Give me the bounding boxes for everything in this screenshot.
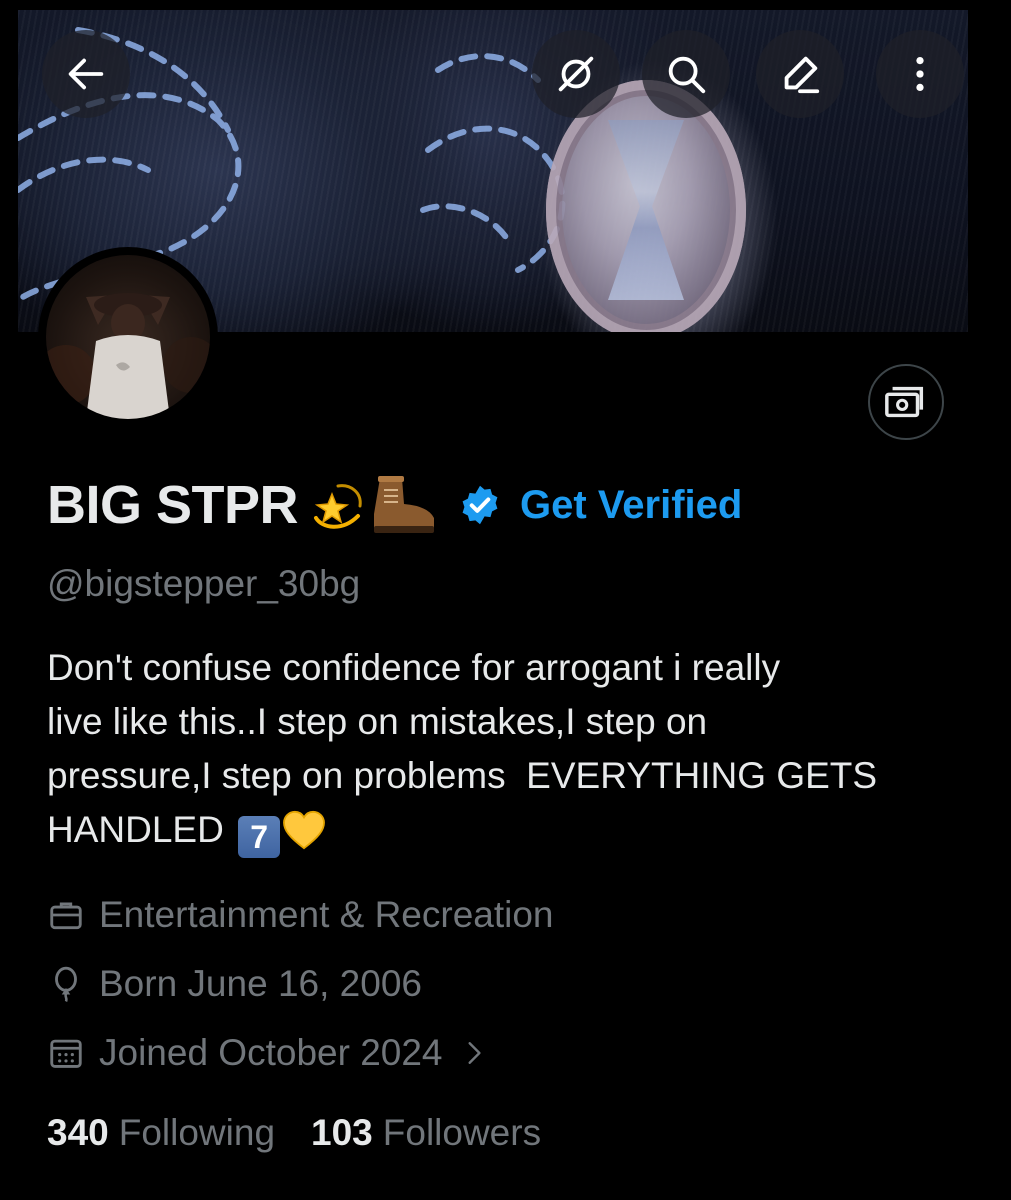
avatar-photo <box>46 255 210 419</box>
followers-label: Followers <box>382 1112 542 1153</box>
following-count: 340 <box>47 1112 109 1153</box>
grok-icon <box>558 56 594 92</box>
name-emojis <box>308 474 440 536</box>
verified-badge[interactable] <box>458 483 502 527</box>
search-button[interactable] <box>642 30 730 118</box>
tip-button[interactable] <box>868 364 944 440</box>
profile-handle: @bigstepper_30bg <box>47 563 361 604</box>
followers-count: 103 <box>311 1112 373 1153</box>
profile-category: Entertainment & Recreation <box>47 894 554 936</box>
display-name: BIG STPR <box>47 475 299 535</box>
chevron-right-icon <box>467 1042 481 1064</box>
more-vertical-icon <box>916 56 924 92</box>
get-verified-link[interactable]: Get Verified <box>520 483 742 528</box>
edit-button[interactable] <box>756 30 844 118</box>
back-button[interactable] <box>42 30 130 118</box>
dizzy-star-emoji <box>314 484 362 529</box>
briefcase-icon <box>50 902 82 930</box>
following-label: Following <box>118 1112 276 1153</box>
joined-label: Joined October 2024 <box>99 1032 443 1073</box>
balloon-icon <box>55 966 77 1002</box>
following-link[interactable]: 340 Following <box>47 1112 275 1154</box>
grok-button[interactable] <box>532 30 620 118</box>
profile-joined[interactable]: Joined October 2024 <box>47 1032 501 1074</box>
followers-link[interactable]: 103 Followers <box>311 1112 541 1154</box>
profile-bio: Don't confuse confidence for arrogant i … <box>47 641 987 865</box>
name-row: BIG STPR Get Verified <box>47 465 742 545</box>
bio-text: Don't confuse confidence for arrogant i … <box>47 647 878 850</box>
profile-birthday: Born June 16, 2006 <box>47 963 422 1005</box>
yellow-heart-emoji <box>282 810 326 865</box>
follow-stats: 340 Following 103 Followers <box>47 1112 541 1154</box>
edit-icon <box>784 56 820 94</box>
keycap-seven-emoji: 7 <box>238 816 281 858</box>
category-label: Entertainment & Recreation <box>99 894 554 935</box>
more-button[interactable] <box>876 30 964 118</box>
work-boot-emoji <box>374 476 435 533</box>
search-icon <box>668 56 706 94</box>
calendar-icon <box>50 1039 82 1068</box>
profile-avatar[interactable] <box>38 247 218 427</box>
money-icon <box>885 386 924 418</box>
verified-badge-icon <box>462 485 498 525</box>
birthday-label: Born June 16, 2006 <box>99 963 422 1004</box>
arrow-left-icon <box>68 58 104 90</box>
